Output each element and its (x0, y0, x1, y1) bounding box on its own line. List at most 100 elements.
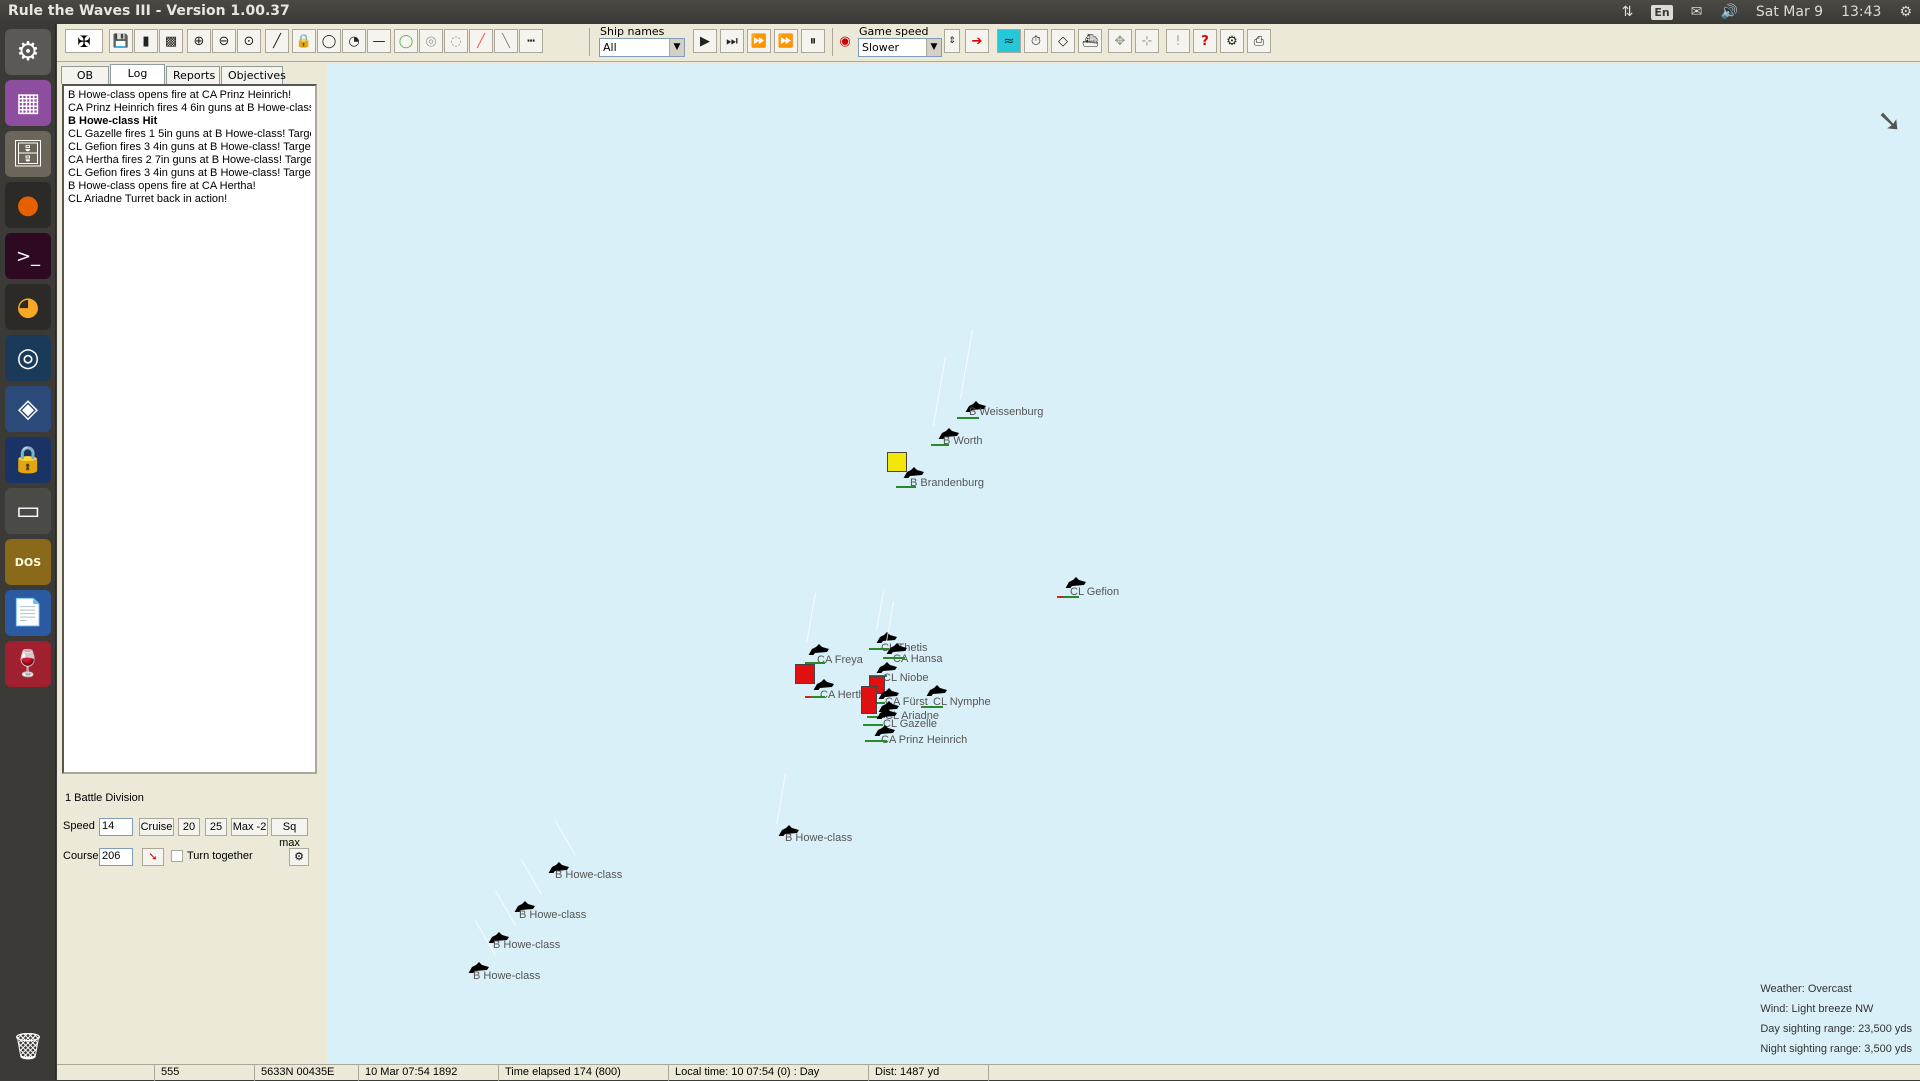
tab-ob[interactable]: OB (61, 66, 109, 84)
lock-map-icon[interactable]: 🔒 (292, 29, 316, 53)
dotted-circle-icon[interactable]: ◌ (444, 29, 468, 53)
speed-value: 14 (102, 820, 115, 832)
formation-settings-icon[interactable]: ⚙ (289, 848, 309, 866)
step-icon[interactable]: ⏭ (720, 29, 744, 53)
stopwatch-icon[interactable]: ⏱ (1024, 29, 1048, 53)
ship-health-bar (883, 657, 905, 659)
zoom-fit-icon[interactable]: ⊙ (237, 29, 261, 53)
set-course-arrow-icon[interactable]: ➘ (142, 848, 164, 866)
battle-log[interactable]: B Howe-class opens fire at CA Prinz Hein… (62, 84, 317, 774)
log-line: CL Gazelle fires 1 5in guns at B Howe-cl… (68, 128, 311, 140)
trash-icon[interactable]: 🗑 (5, 1024, 51, 1070)
range-circle-icon[interactable]: ◯ (317, 29, 341, 53)
grey-circle-icon[interactable]: ◎ (419, 29, 443, 53)
terminal-icon[interactable]: >_ (5, 233, 51, 279)
pause-icon[interactable]: ⏸ (801, 29, 825, 53)
log-line: B Howe-class Hit (68, 115, 158, 127)
speed-spinner-icon[interactable]: ⇕ (944, 29, 960, 53)
ship-icon[interactable] (925, 684, 947, 696)
left-panel: OB Log Reports Objectives B Howe-class o… (59, 64, 319, 1064)
steam-icon[interactable]: ◎ (5, 335, 51, 381)
sea-state-icon[interactable]: ≈ (997, 29, 1021, 53)
course-stepper[interactable]: 206 (99, 848, 133, 866)
zoom-in-icon[interactable]: ⊕ (187, 29, 211, 53)
tab-log[interactable]: Log (110, 64, 165, 84)
files-icon[interactable]: 🗄 (5, 131, 51, 177)
firefox-icon[interactable]: ● (5, 182, 51, 228)
ship-label: B Howe-class (785, 832, 853, 844)
course-value: 206 (102, 850, 121, 862)
ship-health-bar (865, 740, 887, 742)
ship-label: B Howe-class (473, 970, 541, 982)
red-line-icon[interactable]: ╱ (469, 29, 493, 53)
turn-together-label: Turn together (187, 850, 253, 862)
grey-line-icon[interactable]: ╲ (494, 29, 518, 53)
speed-20-button[interactable]: 20 (178, 818, 200, 836)
squadron-max-button[interactable]: Sq max (271, 818, 308, 849)
keyboard-layout-indicator[interactable]: En (1651, 4, 1673, 20)
scroll-arrow-icon[interactable]: ➘ (1877, 104, 1902, 139)
clock-range-icon[interactable]: ◔ (342, 29, 366, 53)
clock-time[interactable]: 13:43 (1841, 4, 1881, 20)
log-line: CA Hertha fires 2 7in guns at B Howe-cla… (68, 154, 311, 166)
network-icon[interactable]: ⇅ (1622, 4, 1634, 20)
eraser-icon[interactable]: ◇ (1051, 29, 1075, 53)
max-minus-2-button[interactable]: Max -2 (231, 818, 268, 836)
toolbar: ✠ 💾 ▮ ▩ ⊕ ⊖ ⊙ ╱ 🔒 ◯ ◔ — ◯ ◎ ◌ ╱ ╲ ┅ Ship… (57, 24, 1920, 62)
ship-names-select[interactable]: All ▼ (599, 38, 685, 57)
dosbox-icon[interactable]: DOS (5, 539, 51, 585)
save-icon[interactable]: 💾 (109, 29, 133, 53)
help-icon[interactable]: ? (1193, 29, 1217, 53)
ship-wake (806, 593, 816, 643)
mail-icon[interactable]: ✉ (1691, 4, 1703, 20)
fast-forward-icon[interactable]: ⏩ (774, 29, 798, 53)
split-formation-icon[interactable]: ⊹ (1135, 29, 1159, 53)
turn-together-checkbox[interactable] (171, 850, 183, 862)
cruise-speed-button[interactable]: Cruise (139, 818, 174, 836)
speed-stepper[interactable]: 14 (99, 818, 133, 836)
speed-label: Speed (63, 820, 95, 832)
ship-detail-icon[interactable]: ⛴ (1078, 29, 1102, 53)
weather-text: Weather: Overcast (1760, 983, 1852, 995)
text-editor-icon[interactable]: 📄 (5, 590, 51, 636)
battle-map[interactable]: ➘ B Weissenburg B Worth B Brandenburg CL Ge… (327, 64, 1920, 1064)
game-window: ✠ 💾 ▮ ▩ ⊕ ⊖ ⊙ ╱ 🔒 ◯ ◔ — ◯ ◎ ◌ ╱ ╲ ┅ Ship… (57, 24, 1920, 1081)
dashed-line-icon[interactable]: ┅ (519, 29, 543, 53)
disabled-icon[interactable]: ! (1166, 29, 1190, 53)
formation-icon[interactable]: ✥ (1108, 29, 1132, 53)
print-map-icon[interactable]: ▩ (159, 29, 183, 53)
lock-icon[interactable]: 🔒 (5, 437, 51, 483)
gear-icon[interactable]: ⚙ (1899, 4, 1912, 20)
map-settings-icon[interactable]: ⚙ (1220, 29, 1244, 53)
ship-wake (555, 820, 576, 856)
line-icon[interactable]: — (367, 29, 391, 53)
tab-reports[interactable]: Reports (166, 66, 220, 84)
ship-label: CA Freya (817, 654, 863, 666)
red-arrow-icon[interactable]: ➔ (965, 29, 989, 53)
ship-health-bar (931, 444, 949, 446)
step-5-icon[interactable]: ⏩ (747, 29, 771, 53)
system-settings-icon[interactable]: ⚙ (5, 29, 51, 75)
green-circle-icon[interactable]: ◯ (394, 29, 418, 53)
measure-icon[interactable]: ╱ (265, 29, 289, 53)
virtualbox-icon[interactable]: ◈ (5, 386, 51, 432)
app-store-icon[interactable]: ◕ (5, 284, 51, 330)
target-icon[interactable]: ◉ (835, 29, 855, 53)
workspaces-icon[interactable]: ▦ (5, 80, 51, 126)
zoom-out-icon[interactable]: ⊖ (212, 29, 236, 53)
status-cell-score: 555 (155, 1065, 255, 1081)
tab-objectives[interactable]: Objectives (221, 66, 286, 84)
exit-icon[interactable]: ▮ (134, 29, 158, 53)
naval-ensign-icon[interactable]: ✠ (65, 29, 103, 53)
night-sighting-text: Night sighting range: 3,500 yds (1760, 1043, 1912, 1055)
wine-icon[interactable]: 🍷 (5, 641, 51, 687)
play-icon[interactable]: ▶ (693, 29, 717, 53)
printer-icon[interactable]: ⎙ (1247, 29, 1271, 53)
clock-date[interactable]: Sat Mar 9 (1756, 4, 1823, 20)
ship-names-label: Ship names (600, 25, 665, 38)
speed-25-button[interactable]: 25 (205, 818, 227, 836)
game-speed-select[interactable]: Slower ▼ (858, 38, 942, 57)
volume-icon[interactable]: 🔊 (1720, 4, 1737, 20)
window-icon[interactable]: ▭ (5, 488, 51, 534)
course-label: Course (63, 850, 99, 862)
